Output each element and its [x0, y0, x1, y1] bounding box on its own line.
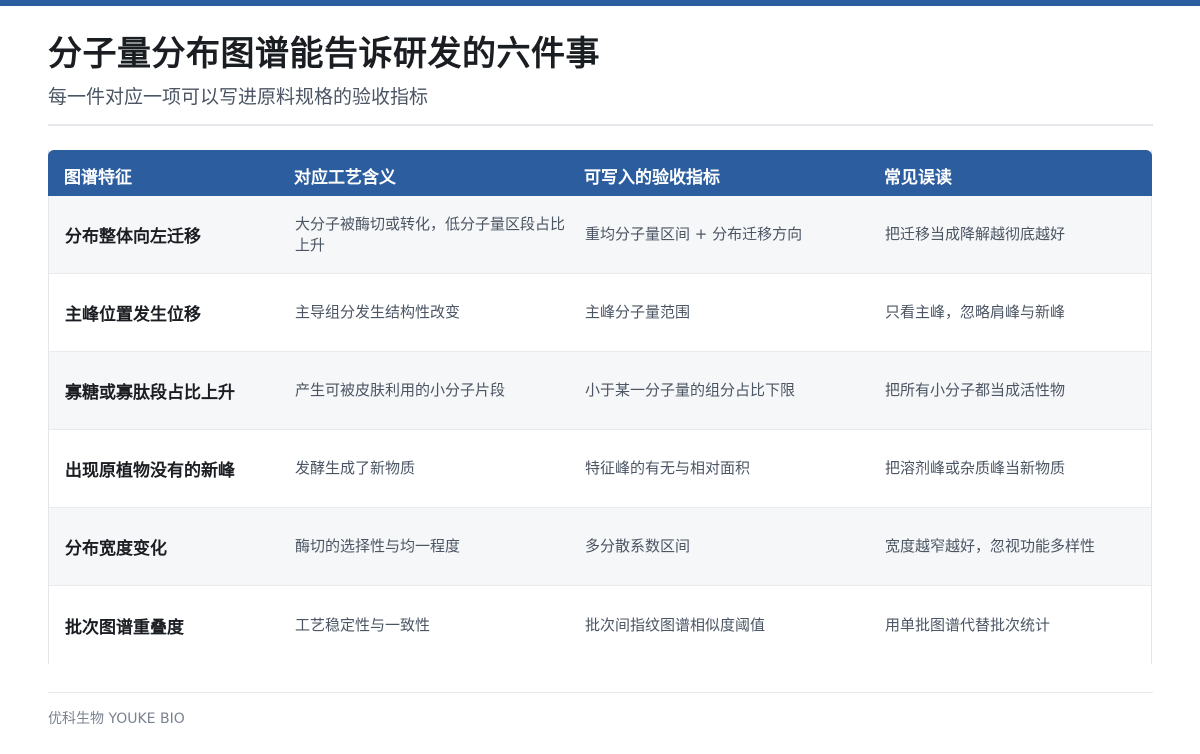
table-header: 图谱特征 对应工艺含义 可写入的验收指标 常见误读	[48, 150, 1152, 196]
cell-meaning: 工艺稳定性与一致性	[295, 615, 431, 634]
column-header-metric: 可写入的验收指标	[584, 168, 720, 188]
cell-feature: 批次图谱重叠度	[65, 617, 184, 638]
column-header-feature: 图谱特征	[64, 168, 132, 188]
table-row: 出现原植物没有的新峰 发酵生成了新物质 特征峰的有无与相对面积 把溶剂峰或杂质峰…	[49, 430, 1151, 508]
table-row: 批次图谱重叠度 工艺稳定性与一致性 批次间指纹图谱相似度阈值 用单批图谱代替批次…	[49, 586, 1151, 664]
cell-metric: 主峰分子量范围	[585, 303, 691, 321]
cell-feature: 分布宽度变化	[65, 539, 167, 559]
cell-metric: 多分散系数区间	[585, 537, 691, 555]
column-header-misread: 常见误读	[884, 168, 952, 188]
cell-feature: 寡糖或寡肽段占比上升	[65, 383, 235, 403]
cell-metric: 重均分子量区间 + 分布迁移方向	[585, 225, 803, 243]
cell-misread: 把所有小分子都当成活性物	[885, 381, 1066, 399]
cell-misread: 宽度越窄越好，忽视功能多样性	[885, 537, 1096, 555]
page-title: 分子量分布图谱能告诉研发的六件事	[48, 34, 600, 74]
cell-metric: 批次间指纹图谱相似度阈值	[585, 615, 766, 634]
footer-divider	[48, 692, 1153, 693]
cell-misread: 把溶剂峰或杂质峰当新物质	[885, 459, 1066, 477]
table-row: 分布整体向左迁移 大分子被酶切或转化，低分子量区段占比上升 重均分子量区间 + …	[49, 196, 1151, 274]
table-row: 主峰位置发生位移 主导组分发生结构性改变 主峰分子量范围 只看主峰，忽略肩峰与新…	[49, 274, 1151, 352]
column-header-meaning: 对应工艺含义	[294, 168, 396, 188]
cell-feature: 分布整体向左迁移	[65, 227, 201, 247]
cell-meaning: 产生可被皮肤利用的小分子片段	[295, 381, 506, 399]
table-row: 分布宽度变化 酶切的选择性与均一程度 多分散系数区间 宽度越窄越好，忽视功能多样…	[49, 508, 1151, 586]
footer-brand: 优科生物 YOUKE BIO	[48, 711, 185, 727]
cell-meaning: 发酵生成了新物质	[295, 459, 416, 477]
cell-misread: 把迁移当成降解越彻底越好	[885, 225, 1066, 243]
top-accent-bar	[0, 0, 1200, 6]
page-subtitle: 每一件对应一项可以写进原料规格的验收指标	[48, 86, 429, 108]
cell-metric: 小于某一分子量的组分占比下限	[585, 381, 796, 399]
cell-feature: 出现原植物没有的新峰	[65, 461, 235, 481]
cell-feature: 主峰位置发生位移	[65, 305, 201, 325]
cell-meaning: 酶切的选择性与均一程度	[295, 537, 461, 555]
cell-metric: 特征峰的有无与相对面积	[585, 459, 751, 477]
cell-meaning: 大分子被酶切或转化，低分子量区段占比上升	[295, 214, 566, 254]
header-divider	[48, 124, 1153, 126]
cell-misread: 用单批图谱代替批次统计	[885, 615, 1051, 634]
cell-meaning: 主导组分发生结构性改变	[295, 303, 461, 321]
cell-misread: 只看主峰，忽略肩峰与新峰	[885, 303, 1066, 321]
spec-table: 图谱特征 对应工艺含义 可写入的验收指标 常见误读 分布整体向左迁移 大分子被酶…	[48, 150, 1152, 664]
table-row: 寡糖或寡肽段占比上升 产生可被皮肤利用的小分子片段 小于某一分子量的组分占比下限…	[49, 352, 1151, 430]
